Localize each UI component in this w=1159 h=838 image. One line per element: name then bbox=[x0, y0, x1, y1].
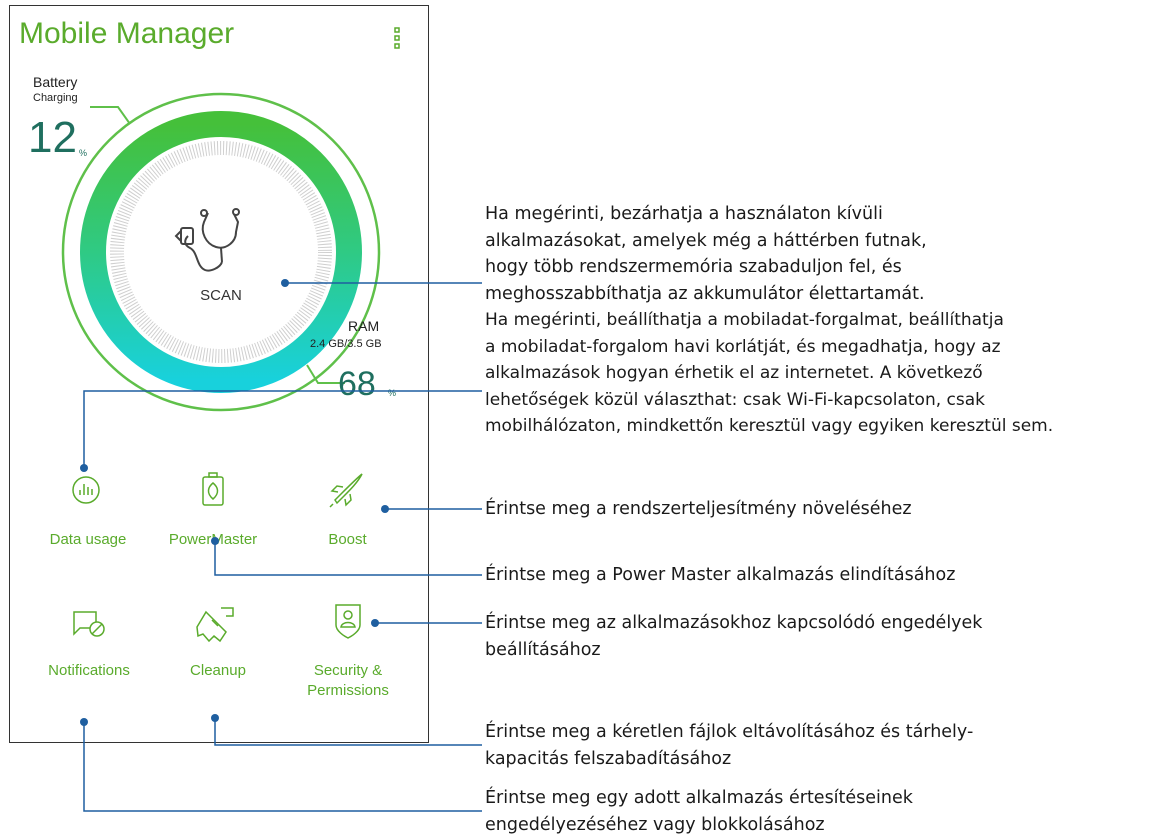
callout-notifications bbox=[84, 722, 482, 811]
callout-dot bbox=[80, 718, 88, 726]
annotation-line: Ha megérinti, beállíthatja a mobiladat-f… bbox=[485, 307, 1053, 334]
annotation-line: engedélyezéséhez vagy blokkolásához bbox=[485, 812, 913, 838]
annotation-boost: Érintse meg a rendszerteljesítmény növel… bbox=[485, 496, 912, 523]
callout-dot bbox=[211, 537, 219, 545]
annotation-notifications: Érintse meg egy adott alkalmazás értesít… bbox=[485, 785, 913, 838]
annotation-line: lehetőségek közül választhat: csak Wi-Fi… bbox=[485, 387, 1053, 414]
annotation-powermaster: Érintse meg a Power Master alkalmazás el… bbox=[485, 562, 955, 589]
annotation-line: hogy több rendszermemória szabaduljon fe… bbox=[485, 254, 927, 281]
annotation-line: kapacitás felszabadításához bbox=[485, 746, 973, 773]
annotation-line: Ha megérinti, bezárhatja a használaton k… bbox=[485, 201, 927, 228]
annotation-cleanup: Érintse meg a kéretlen fájlok eltávolítá… bbox=[485, 719, 973, 772]
callout-powermaster bbox=[215, 541, 482, 575]
callout-dot bbox=[371, 619, 379, 627]
annotation-line: alkalmazásokat, amelyek még a háttérben … bbox=[485, 228, 927, 255]
annotation-line: Érintse meg az alkalmazásokhoz kapcsolód… bbox=[485, 610, 982, 637]
annotation-line: meghosszabbíthatja az akkumulátor életta… bbox=[485, 281, 927, 308]
annotation-line: mobilhálózaton, mindkettőn keresztül vag… bbox=[485, 413, 1053, 440]
annotation-line: a mobiladat-forgalom havi korlátját, és … bbox=[485, 334, 1053, 361]
callout-dot bbox=[80, 464, 88, 472]
callout-dot bbox=[211, 714, 219, 722]
callout-data-usage bbox=[84, 391, 482, 468]
callout-cleanup bbox=[215, 718, 482, 745]
annotation-security: Érintse meg az alkalmazásokhoz kapcsolód… bbox=[485, 610, 982, 663]
annotation-line: Érintse meg a kéretlen fájlok eltávolítá… bbox=[485, 719, 973, 746]
annotation-scan: Ha megérinti, bezárhatja a használaton k… bbox=[485, 201, 927, 307]
callout-dot bbox=[381, 505, 389, 513]
annotation-line: alkalmazások hogyan érhetik el az intern… bbox=[485, 360, 1053, 387]
annotation-line: beállításához bbox=[485, 637, 982, 664]
annotation-data-usage: Ha megérinti, beállíthatja a mobiladat-f… bbox=[485, 307, 1053, 440]
callout-dot bbox=[281, 279, 289, 287]
annotation-line: Érintse meg egy adott alkalmazás értesít… bbox=[485, 785, 913, 812]
